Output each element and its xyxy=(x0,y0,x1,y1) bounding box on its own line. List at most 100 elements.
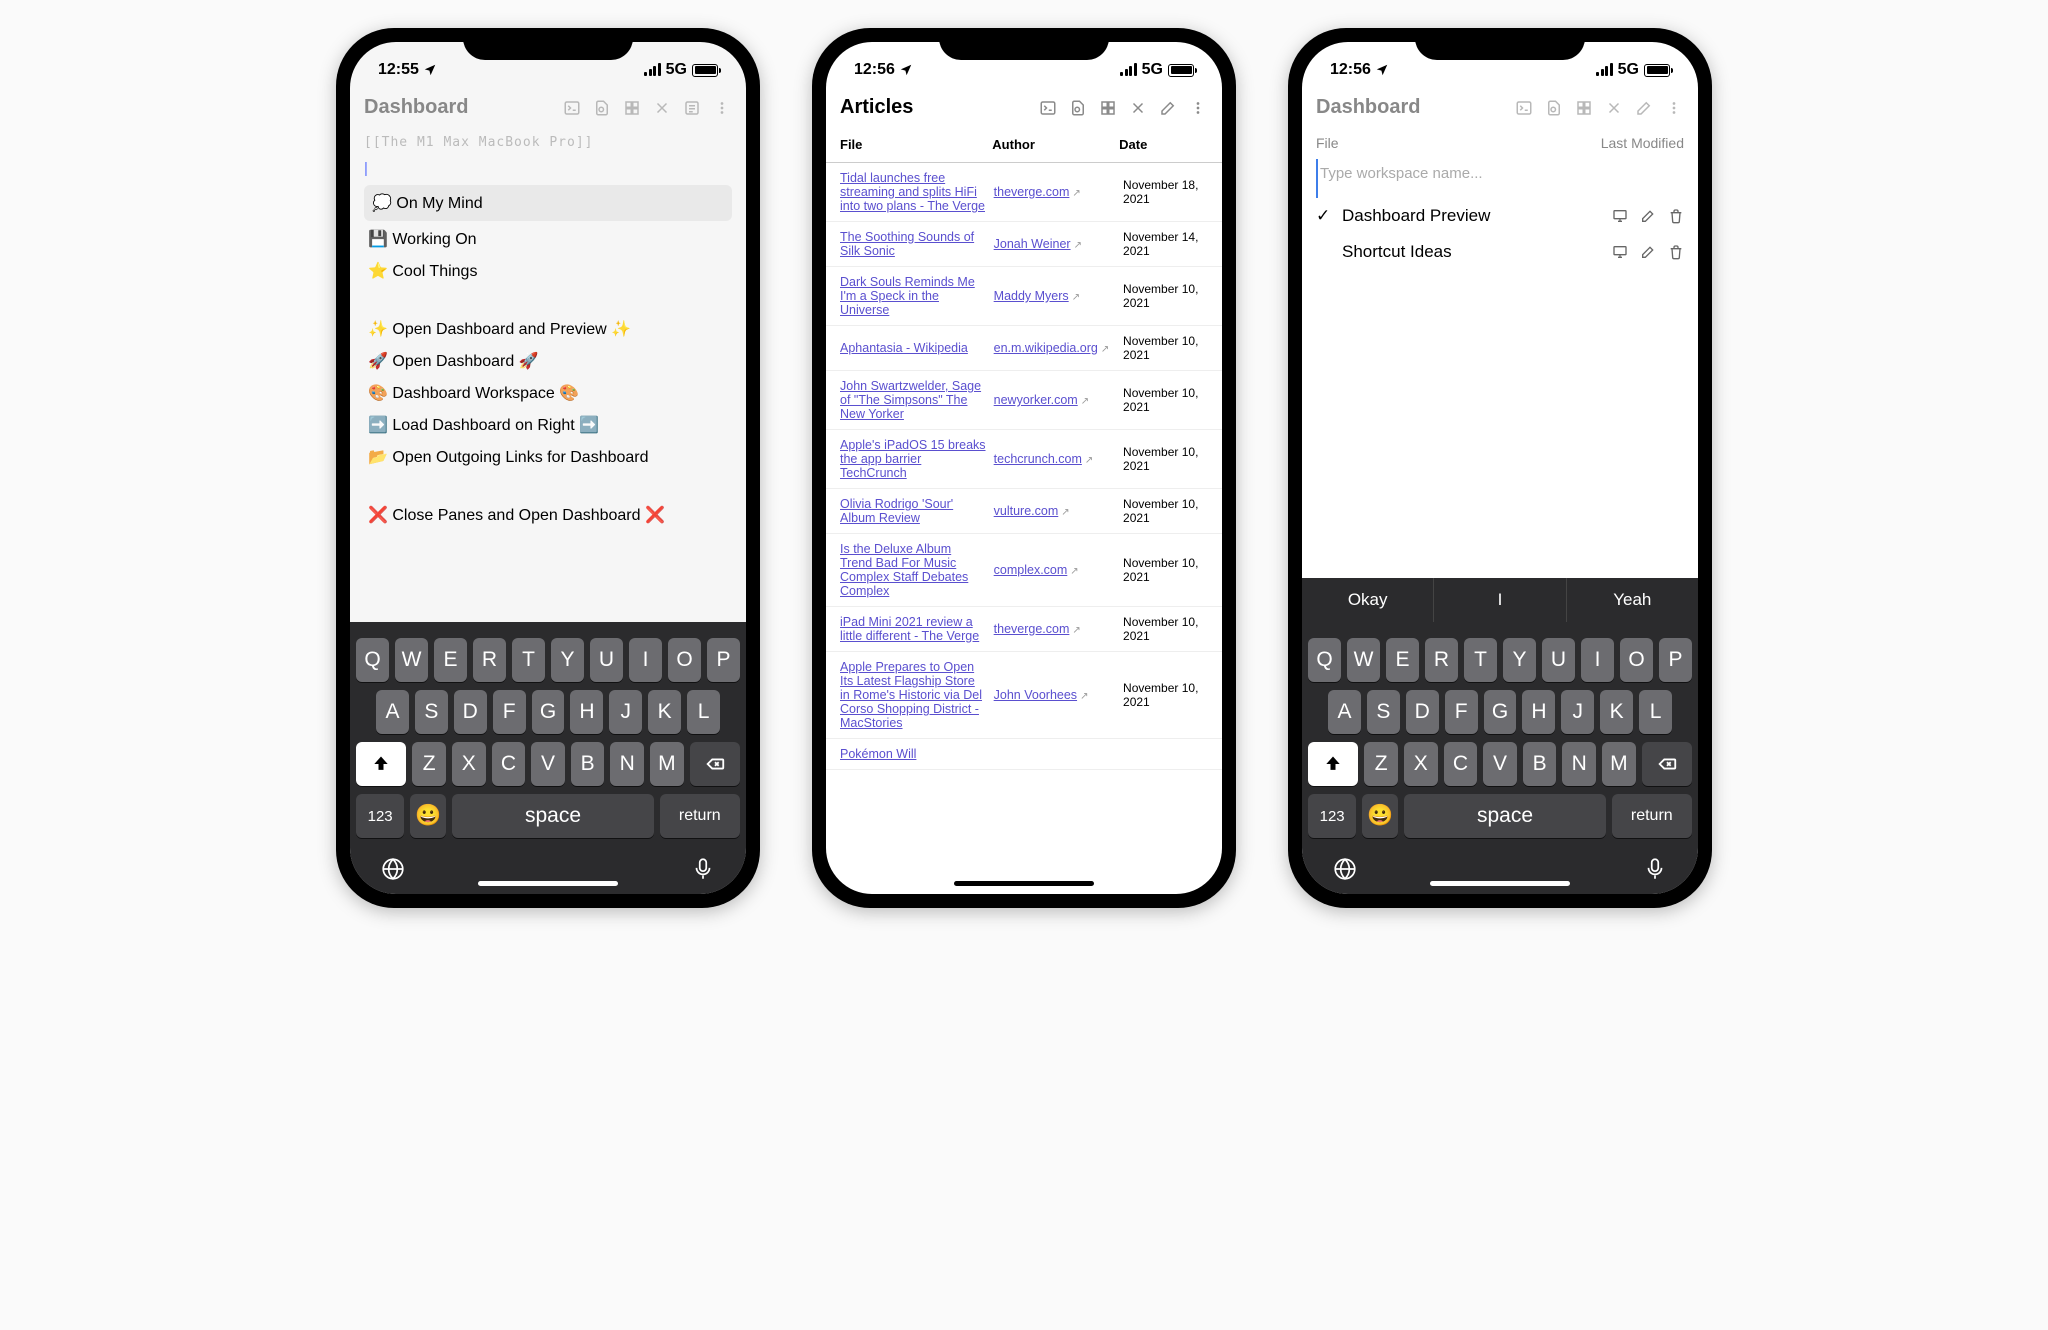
key-M[interactable]: M xyxy=(650,742,684,786)
author-link[interactable]: theverge.com xyxy=(994,185,1070,199)
table-row[interactable]: Pokémon Will xyxy=(826,739,1222,770)
home-indicator[interactable] xyxy=(954,881,1094,886)
table-row[interactable]: Tidal launches free streaming and splits… xyxy=(826,163,1222,222)
list-item[interactable]: ➡️ Load Dashboard on Right ➡️ xyxy=(364,409,732,441)
key-T[interactable]: T xyxy=(512,638,545,682)
key-P[interactable]: P xyxy=(1659,638,1692,682)
document-icon[interactable] xyxy=(1068,98,1088,118)
workspace-row[interactable]: ✓Dashboard Preview xyxy=(1316,198,1684,234)
author-link[interactable]: Jonah Weiner xyxy=(994,237,1071,251)
keyboard[interactable]: OkayIYeah QWERTYUIOP ASDFGHJKL ZXCVBNM 1… xyxy=(1302,578,1698,894)
workspace-row[interactable]: Shortcut Ideas xyxy=(1316,234,1684,270)
file-link[interactable]: Tidal launches free streaming and splits… xyxy=(840,171,985,213)
list-item[interactable]: ✨ Open Dashboard and Preview ✨ xyxy=(364,313,732,345)
list-item[interactable]: 💾 Working On xyxy=(364,223,732,255)
list-item[interactable]: ❌ Close Panes and Open Dashboard ❌ xyxy=(364,499,732,531)
grid-icon[interactable] xyxy=(1574,98,1594,118)
numbers-key[interactable]: 123 xyxy=(1308,794,1356,838)
key-C[interactable]: C xyxy=(492,742,526,786)
file-link[interactable]: Apple's iPadOS 15 breaks the app barrier… xyxy=(840,438,986,480)
key-J[interactable]: J xyxy=(1561,690,1594,734)
table-row[interactable]: Apple Prepares to Open Its Latest Flagsh… xyxy=(826,652,1222,739)
edit-icon[interactable] xyxy=(1640,244,1656,260)
file-link[interactable]: Olivia Rodrigo 'Sour' Album Review xyxy=(840,497,953,525)
key-V[interactable]: V xyxy=(531,742,565,786)
key-D[interactable]: D xyxy=(454,690,487,734)
document-icon[interactable] xyxy=(592,98,612,118)
edit-icon[interactable] xyxy=(1640,208,1656,224)
globe-icon[interactable] xyxy=(1332,856,1358,882)
key-T[interactable]: T xyxy=(1464,638,1497,682)
return-key[interactable]: return xyxy=(1612,794,1692,838)
list-item[interactable]: 🎨 Dashboard Workspace 🎨 xyxy=(364,377,732,409)
return-key[interactable]: return xyxy=(660,794,740,838)
list-item[interactable]: ⭐ Cool Things xyxy=(364,255,732,287)
shift-key[interactable] xyxy=(1308,742,1358,786)
key-Q[interactable]: Q xyxy=(1308,638,1341,682)
close-icon[interactable] xyxy=(652,98,672,118)
key-W[interactable]: W xyxy=(395,638,428,682)
key-G[interactable]: G xyxy=(532,690,565,734)
table-row[interactable]: Is the Deluxe Album Trend Bad For Music … xyxy=(826,534,1222,607)
file-link[interactable]: Apple Prepares to Open Its Latest Flagsh… xyxy=(840,660,982,730)
list-item[interactable]: 🚀 Open Dashboard 🚀 xyxy=(364,345,732,377)
table-row[interactable]: iPad Mini 2021 review a little different… xyxy=(826,607,1222,652)
key-H[interactable]: H xyxy=(570,690,603,734)
suggestion[interactable]: I xyxy=(1434,578,1566,622)
key-K[interactable]: K xyxy=(1600,690,1633,734)
list-item[interactable]: 💭 On My Mind xyxy=(364,185,732,221)
key-C[interactable]: C xyxy=(1444,742,1478,786)
key-S[interactable]: S xyxy=(415,690,448,734)
key-D[interactable]: D xyxy=(1406,690,1439,734)
key-W[interactable]: W xyxy=(1347,638,1380,682)
more-icon[interactable] xyxy=(1664,98,1684,118)
author-link[interactable]: complex.com xyxy=(994,563,1068,577)
author-link[interactable]: vulture.com xyxy=(994,504,1059,518)
backspace-key[interactable] xyxy=(690,742,740,786)
key-X[interactable]: X xyxy=(1404,742,1438,786)
file-link[interactable]: Is the Deluxe Album Trend Bad For Music … xyxy=(840,542,968,598)
key-A[interactable]: A xyxy=(376,690,409,734)
terminal-icon[interactable] xyxy=(562,98,582,118)
key-O[interactable]: O xyxy=(1620,638,1653,682)
key-Y[interactable]: Y xyxy=(1503,638,1536,682)
more-icon[interactable] xyxy=(712,98,732,118)
key-B[interactable]: B xyxy=(571,742,605,786)
file-link[interactable]: The Soothing Sounds of Silk Sonic xyxy=(840,230,974,258)
terminal-icon[interactable] xyxy=(1514,98,1534,118)
home-indicator[interactable] xyxy=(1430,881,1570,886)
table-row[interactable]: Olivia Rodrigo 'Sour' Album Review vultu… xyxy=(826,489,1222,534)
key-U[interactable]: U xyxy=(1542,638,1575,682)
document-icon[interactable] xyxy=(1544,98,1564,118)
terminal-icon[interactable] xyxy=(1038,98,1058,118)
edit-icon[interactable] xyxy=(1158,98,1178,118)
space-key[interactable]: space xyxy=(452,794,653,838)
key-R[interactable]: R xyxy=(473,638,506,682)
key-R[interactable]: R xyxy=(1425,638,1458,682)
list-item[interactable]: 📂 Open Outgoing Links for Dashboard xyxy=(364,441,732,473)
key-X[interactable]: X xyxy=(452,742,486,786)
grid-icon[interactable] xyxy=(622,98,642,118)
file-link[interactable]: Pokémon Will xyxy=(840,747,916,761)
key-O[interactable]: O xyxy=(668,638,701,682)
author-link[interactable]: techcrunch.com xyxy=(994,452,1082,466)
file-link[interactable]: John Swartzwelder, Sage of "The Simpsons… xyxy=(840,379,981,421)
monitor-icon[interactable] xyxy=(1612,208,1628,224)
key-N[interactable]: N xyxy=(1562,742,1596,786)
key-K[interactable]: K xyxy=(648,690,681,734)
key-N[interactable]: N xyxy=(610,742,644,786)
grid-icon[interactable] xyxy=(1098,98,1118,118)
table-row[interactable]: The Soothing Sounds of Silk Sonic Jonah … xyxy=(826,222,1222,267)
key-F[interactable]: F xyxy=(1445,690,1478,734)
author-link[interactable]: Maddy Myers xyxy=(994,289,1069,303)
key-Q[interactable]: Q xyxy=(356,638,389,682)
key-G[interactable]: G xyxy=(1484,690,1517,734)
author-link[interactable]: newyorker.com xyxy=(994,393,1078,407)
key-H[interactable]: H xyxy=(1522,690,1555,734)
author-link[interactable]: John Voorhees xyxy=(994,688,1077,702)
key-A[interactable]: A xyxy=(1328,690,1361,734)
key-B[interactable]: B xyxy=(1523,742,1557,786)
file-link[interactable]: Dark Souls Reminds Me I'm a Speck in the… xyxy=(840,275,975,317)
emoji-key[interactable]: 😀 xyxy=(410,794,446,838)
key-F[interactable]: F xyxy=(493,690,526,734)
